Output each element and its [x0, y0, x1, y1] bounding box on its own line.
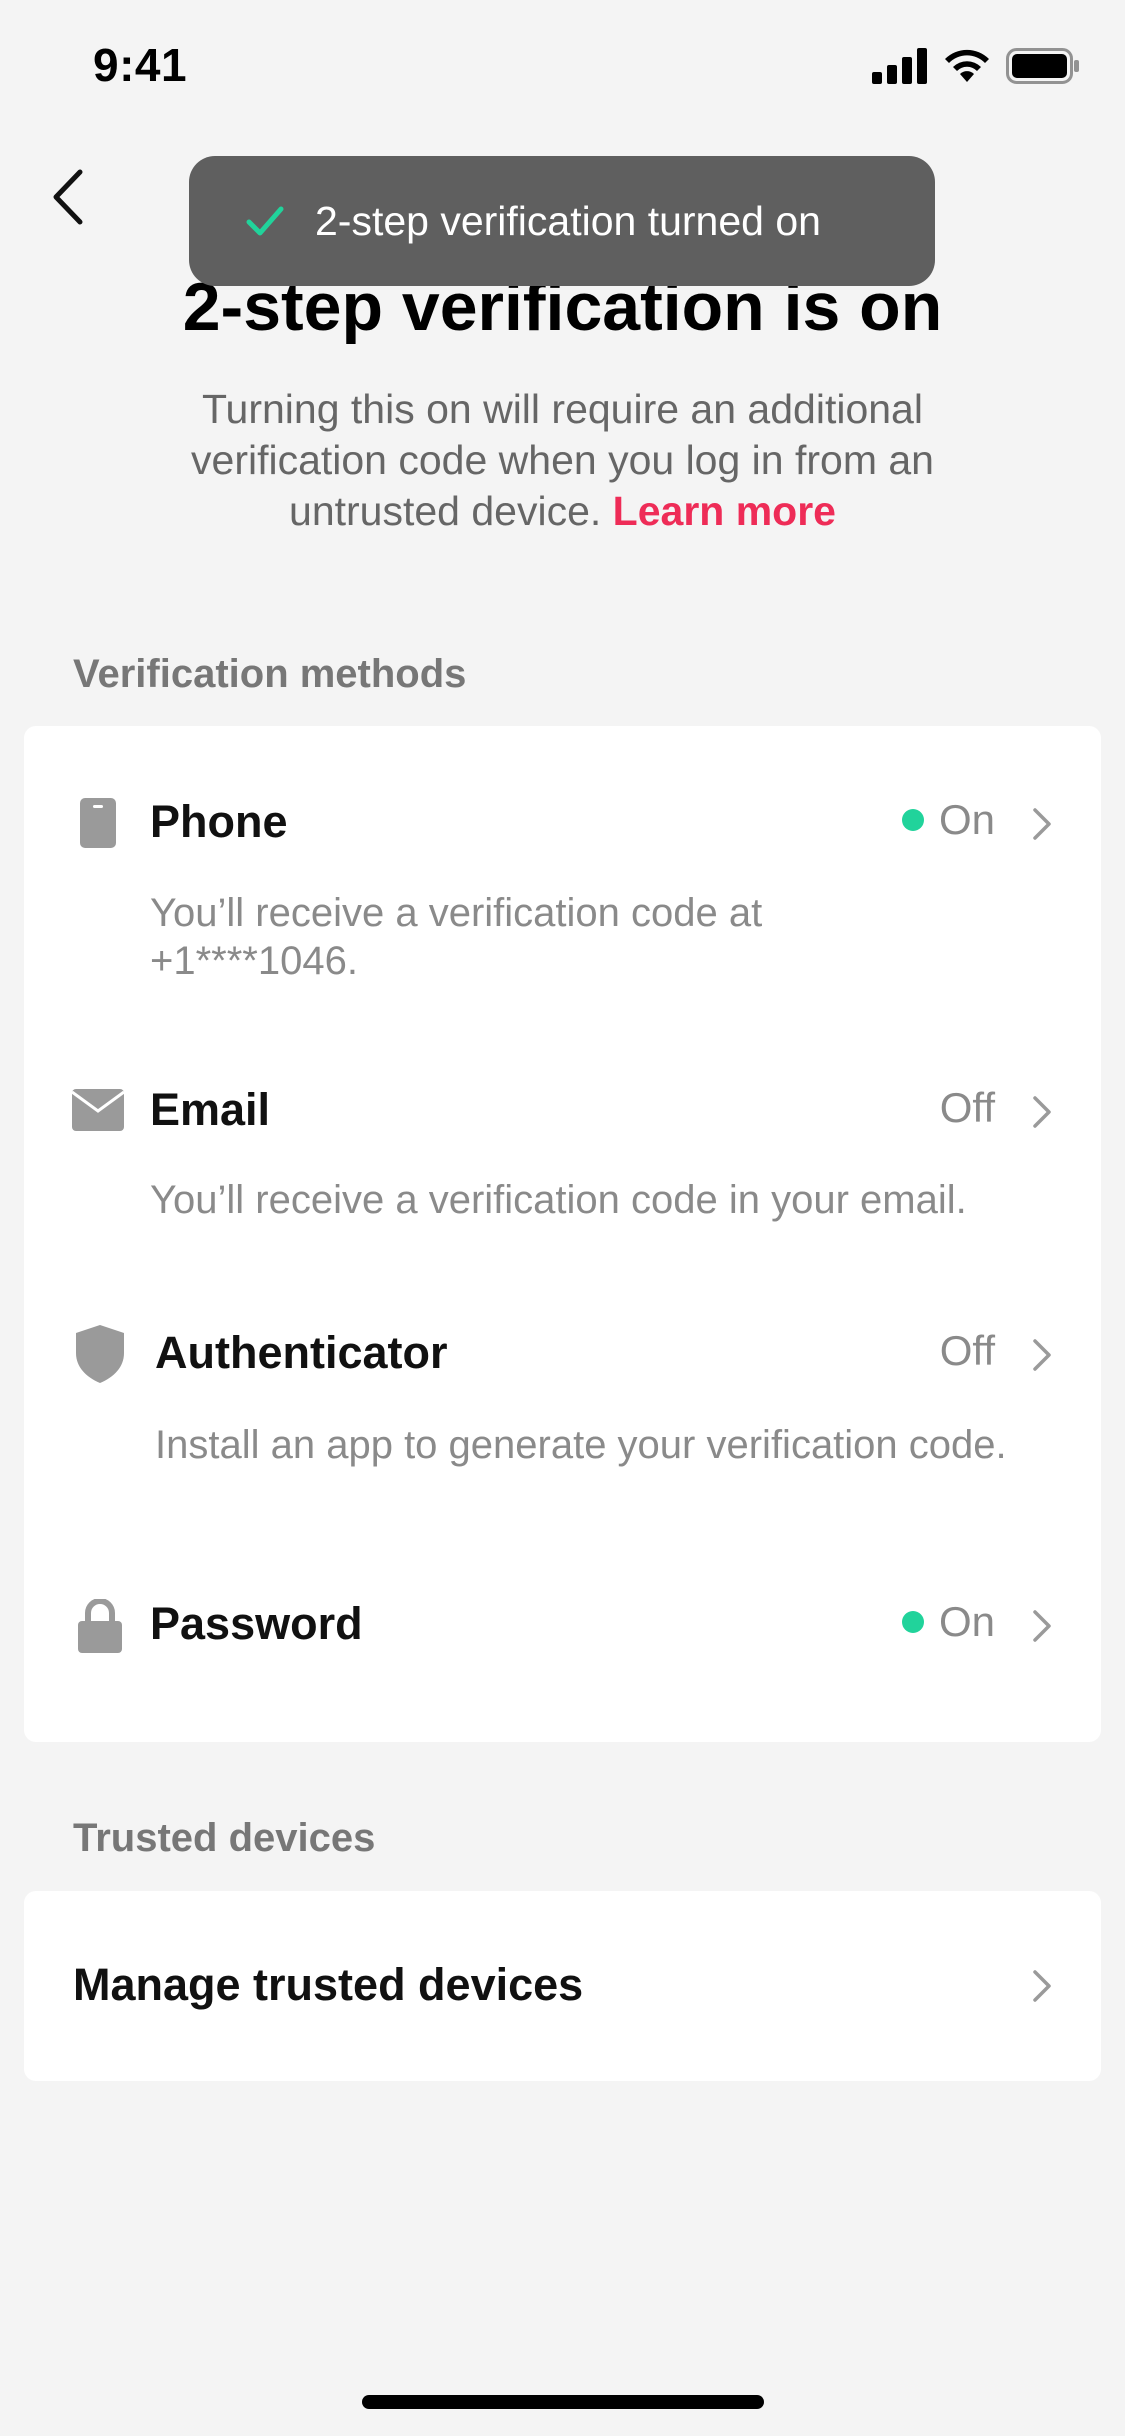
method-title-password: Password — [150, 1598, 363, 1649]
status-on-dot — [901, 1611, 924, 1633]
verification-methods-card: Phone On You’ll receive a verification c… — [24, 726, 1101, 1742]
page-subtitle: Turning this on will require an addition… — [140, 384, 985, 537]
status-text: Off — [939, 1084, 995, 1131]
method-title-email: Email — [150, 1084, 271, 1135]
method-row-password[interactable]: Password On — [24, 1551, 1101, 1742]
phone-icon — [80, 798, 116, 848]
chevron-right-icon — [1033, 1610, 1051, 1642]
method-desc-phone: You’ll receive a verification code at +1… — [150, 891, 763, 983]
home-indicator — [362, 2395, 764, 2409]
method-title-authenticator: Authenticator — [155, 1327, 448, 1378]
chevron-left-icon — [53, 169, 83, 225]
mail-icon — [72, 1089, 124, 1131]
section-label-trusted: Trusted devices — [73, 1816, 376, 1860]
chevron-right-icon — [1033, 1339, 1051, 1371]
status-on-dot — [901, 809, 924, 831]
manage-trusted-devices-row[interactable]: Manage trusted devices — [24, 1891, 1101, 2081]
lock-icon — [78, 1599, 122, 1653]
section-label-verification: Verification methods — [73, 652, 467, 696]
status-text: On — [938, 1598, 995, 1645]
method-title-phone: Phone — [150, 796, 288, 847]
method-row-phone[interactable]: Phone On You’ll receive a verification c… — [24, 726, 1101, 1016]
wifi-icon — [945, 49, 989, 82]
status-time: 9:41 — [93, 39, 188, 91]
status-text: On — [938, 796, 995, 843]
learn-more-link[interactable]: Learn more — [613, 488, 836, 534]
method-desc-authenticator: Install an app to generate your verifica… — [155, 1423, 1007, 1467]
status-text: Off — [939, 1327, 995, 1374]
method-status-phone: On — [901, 796, 995, 844]
chevron-right-icon — [1033, 1970, 1051, 2002]
signal-icon — [872, 48, 927, 84]
method-row-email[interactable]: Email Off You’ll receive a verification … — [24, 1016, 1101, 1261]
check-icon — [246, 206, 284, 236]
status-icons — [872, 48, 1080, 84]
battery-icon — [1006, 48, 1079, 84]
back-button[interactable] — [40, 160, 100, 230]
toast: 2-step verification turned on — [189, 156, 935, 286]
manage-trusted-devices-label: Manage trusted devices — [73, 1959, 584, 2010]
method-status-password: On — [901, 1598, 995, 1646]
method-desc-email: You’ll receive a verification code in yo… — [150, 1178, 967, 1222]
method-status-authenticator: Off — [940, 1327, 995, 1375]
toast-text: 2-step verification turned on — [315, 197, 821, 244]
chevron-right-icon — [1033, 1096, 1051, 1128]
method-status-email: Off — [940, 1084, 995, 1132]
shield-icon — [76, 1325, 124, 1383]
chevron-right-icon — [1033, 808, 1051, 840]
method-row-authenticator[interactable]: Authenticator Off Install an app to gene… — [24, 1261, 1101, 1551]
